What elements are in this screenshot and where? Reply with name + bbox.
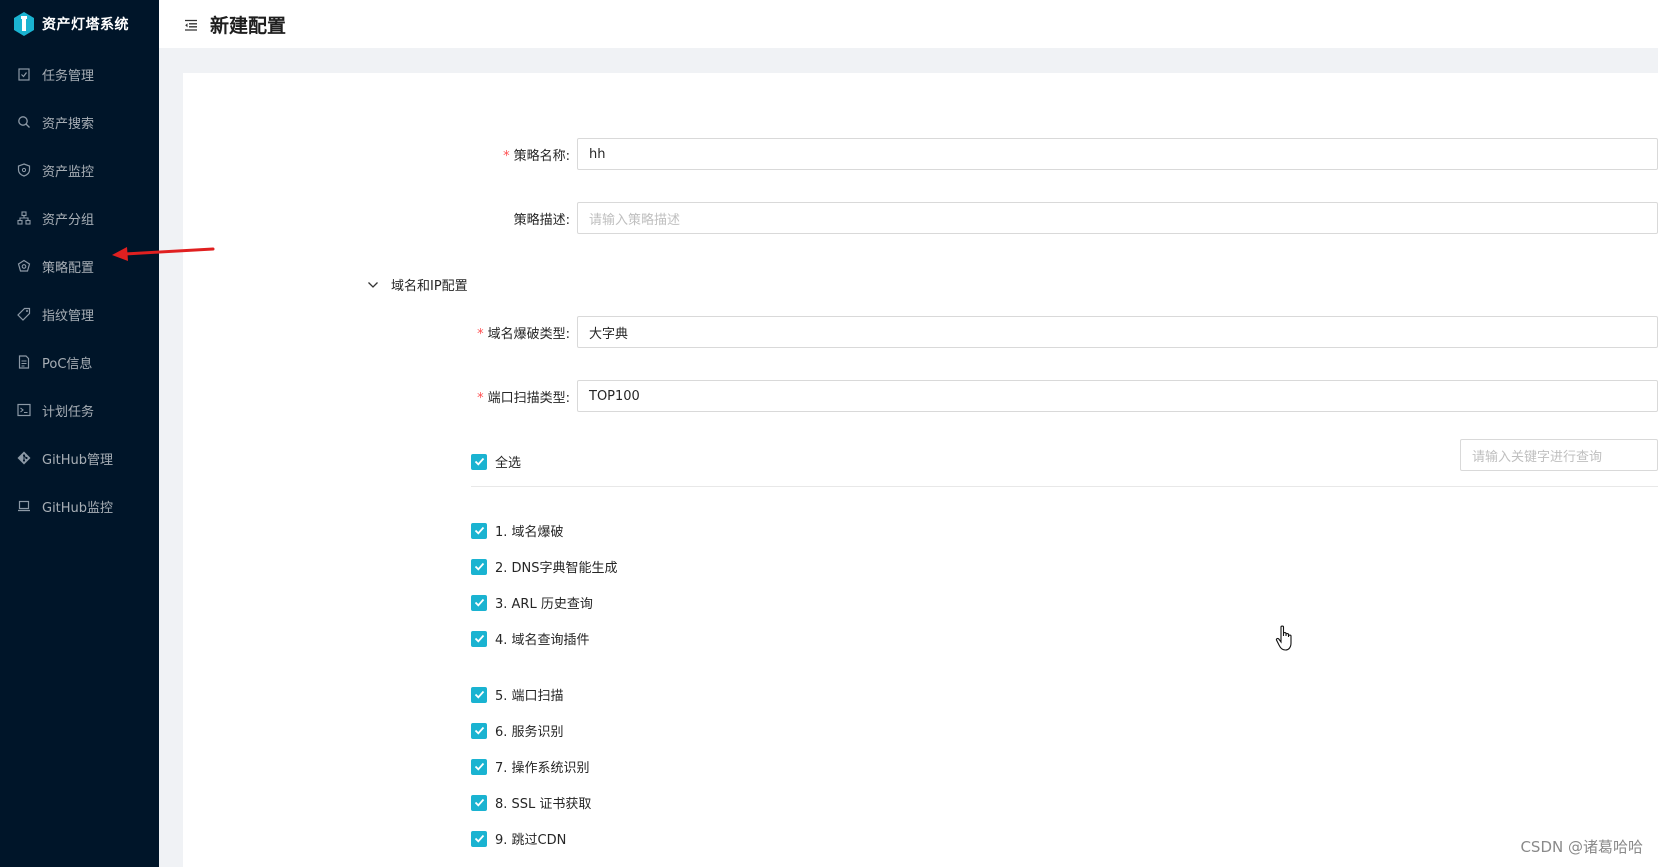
shield-icon <box>17 163 31 177</box>
sidebar-item-label: 资产监控 <box>42 164 95 180</box>
option-checkbox[interactable]: 5. 端口扫描 <box>471 685 564 704</box>
checkbox-checked-icon <box>471 722 487 739</box>
sidebar-item-poc-info[interactable]: PoC信息 <box>0 338 159 386</box>
checkbox-checked-icon <box>471 594 487 611</box>
search-icon <box>17 115 31 129</box>
select-all-checkbox[interactable]: 全选 <box>471 452 521 471</box>
policy-name-input[interactable]: hh <box>577 138 1658 170</box>
sidebar-item-github-monitor[interactable]: GitHub监控 <box>0 482 159 530</box>
checkbox-checked-icon <box>471 830 487 847</box>
page-title: 新建配置 <box>210 14 287 37</box>
hand-cursor-icon <box>1275 625 1292 651</box>
checkbox-checked-icon <box>471 558 487 575</box>
domain-brute-type-select[interactable]: 大字典 <box>577 316 1658 348</box>
required-mark: * <box>503 149 510 164</box>
watermark: CSDN @诸葛哈哈 <box>1520 838 1643 856</box>
form-card <box>183 73 1658 867</box>
option-checkbox[interactable]: 6. 服务识别 <box>471 721 564 740</box>
option-label: 9. 跳过CDN <box>495 833 567 848</box>
checkbox-checked-icon <box>471 522 487 539</box>
option-checkbox[interactable]: 1. 域名爆破 <box>471 521 564 540</box>
port-scan-type-select[interactable]: TOP100 <box>577 380 1658 412</box>
divider <box>471 486 1658 487</box>
option-label: 2. DNS字典智能生成 <box>495 561 618 576</box>
option-label: 7. 操作系统识别 <box>495 761 590 776</box>
tag-icon <box>17 307 31 321</box>
policy-name-label: * 策略名称: <box>503 149 570 164</box>
option-label: 8. SSL 证书获取 <box>495 797 592 812</box>
sidebar-item-label: 计划任务 <box>42 404 95 420</box>
option-checkbox[interactable]: 2. DNS字典智能生成 <box>471 557 618 576</box>
option-checkbox[interactable]: 7. 操作系统识别 <box>471 757 590 776</box>
section-title: 域名和IP配置 <box>391 279 468 294</box>
sidebar-item-label: PoC信息 <box>42 356 93 372</box>
sidebar: 资产灯塔系统 任务管理 资产搜索 资产监控 资产分组 策略配置 指纹管理 PoC… <box>0 0 159 867</box>
sidebar-item-asset-group[interactable]: 资产分组 <box>0 194 159 242</box>
laptop-icon <box>17 499 31 513</box>
option-label: 5. 端口扫描 <box>495 689 564 704</box>
option-checkbox[interactable]: 4. 域名查询插件 <box>471 629 590 648</box>
sidebar-item-label: GitHub管理 <box>42 452 114 468</box>
domain-brute-type-label: * 域名爆破类型: <box>477 327 570 342</box>
checkbox-checked-icon <box>471 758 487 775</box>
sidebar-item-label: 任务管理 <box>42 68 95 84</box>
menu-fold-icon[interactable] <box>184 17 198 31</box>
sidebar-item-scheduled-tasks[interactable]: 计划任务 <box>0 386 159 434</box>
chevron-down-icon <box>368 281 378 288</box>
sidebar-item-github-management[interactable]: GitHub管理 <box>0 434 159 482</box>
header: 新建配置 <box>159 0 1658 48</box>
option-checkbox[interactable]: 9. 跳过CDN <box>471 829 566 848</box>
policy-desc-label: 策略描述: <box>513 213 570 228</box>
option-label: 6. 服务识别 <box>495 725 564 740</box>
required-mark: * <box>477 391 484 406</box>
file-icon <box>17 355 31 369</box>
terminal-icon <box>17 403 31 417</box>
sidebar-item-label: GitHub监控 <box>42 500 114 516</box>
sidebar-item-asset-search[interactable]: 资产搜索 <box>0 98 159 146</box>
option-label: 4. 域名查询插件 <box>495 633 590 648</box>
section-domain-ip[interactable]: 域名和IP配置 <box>367 275 468 294</box>
sidebar-item-label: 资产分组 <box>42 212 95 228</box>
option-checkbox[interactable]: 3. ARL 历史查询 <box>471 593 593 612</box>
cluster-icon <box>17 211 31 225</box>
checkbox-checked-icon <box>471 630 487 647</box>
required-mark: * <box>477 327 484 342</box>
policy-desc-input[interactable]: 请输入策略描述 <box>577 202 1658 234</box>
sidebar-item-fingerprint[interactable]: 指纹管理 <box>0 290 159 338</box>
sidebar-item-label: 资产搜索 <box>42 116 95 132</box>
checkbox-checked-icon <box>471 794 487 811</box>
sidebar-item-asset-monitor[interactable]: 资产监控 <box>0 146 159 194</box>
clipboard-icon <box>17 67 31 81</box>
lighthouse-logo-icon <box>12 11 36 37</box>
brand[interactable]: 资产灯塔系统 <box>0 0 159 48</box>
port-scan-type-label: * 端口扫描类型: <box>477 391 570 406</box>
checkbox-checked-icon <box>471 686 487 703</box>
option-label: 1. 域名爆破 <box>495 525 564 540</box>
select-all-label: 全选 <box>495 456 522 471</box>
app-title: 资产灯塔系统 <box>42 17 129 33</box>
sidebar-item-label: 指纹管理 <box>42 308 95 324</box>
policy-icon <box>17 259 31 273</box>
sidebar-item-label: 策略配置 <box>42 260 95 276</box>
option-checkbox[interactable]: 8. SSL 证书获取 <box>471 793 591 812</box>
sidebar-item-task-management[interactable]: 任务管理 <box>0 50 159 98</box>
annotation-arrow-icon <box>112 247 215 261</box>
keyword-search-input[interactable]: 请输入关键字进行查询 <box>1460 439 1658 471</box>
checkbox-checked-icon <box>471 453 487 470</box>
option-label: 3. ARL 历史查询 <box>495 597 593 612</box>
github-icon <box>17 451 31 465</box>
